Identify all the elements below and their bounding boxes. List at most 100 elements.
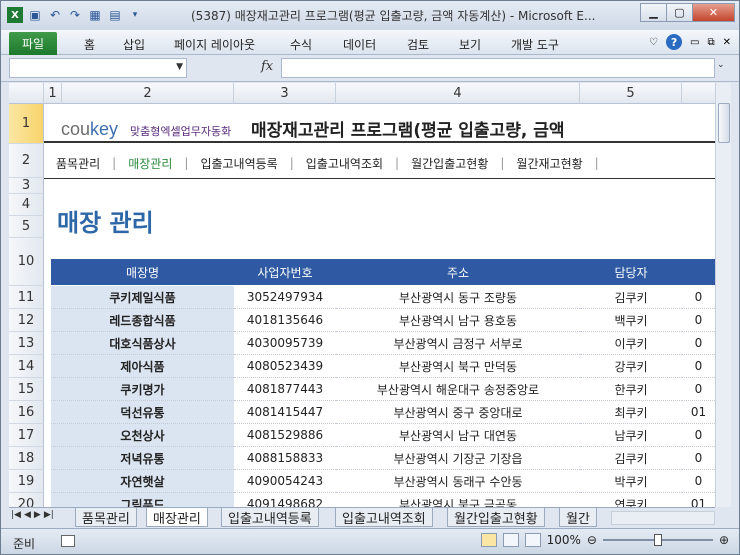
cell-biz-number[interactable]: 4080523439: [234, 355, 336, 378]
vertical-scrollbar[interactable]: [715, 83, 731, 507]
tab-data[interactable]: 데이터: [343, 36, 376, 53]
row-header-2[interactable]: 2: [9, 144, 44, 178]
zoom-out-icon[interactable]: ⊖: [587, 533, 597, 547]
cell-manager[interactable]: 백쿠키: [580, 309, 682, 332]
expand-formula-icon[interactable]: ⌄: [717, 60, 731, 76]
save-icon[interactable]: ▣: [27, 7, 43, 23]
row-header-11[interactable]: 11: [9, 286, 44, 309]
sheet-tab-monthly[interactable]: 월간: [559, 508, 597, 527]
zoom-level[interactable]: 100%: [547, 533, 581, 547]
cell-extra[interactable]: 0: [682, 378, 715, 401]
cell-biz-number[interactable]: 4018135646: [234, 309, 336, 332]
column-header-3[interactable]: 3: [234, 83, 336, 104]
undo-icon[interactable]: ↶: [47, 7, 63, 23]
table-row[interactable]: 쿠키명가 4081877443 부산광역시 해운대구 송정중앙로 한쿠키 0: [51, 378, 715, 401]
row-header-13[interactable]: 13: [9, 332, 44, 355]
tab-developer[interactable]: 개발 도구: [511, 36, 559, 53]
cell-biz-number[interactable]: 4081877443: [234, 378, 336, 401]
cell-store-name[interactable]: 레드종합식품: [51, 309, 234, 332]
cell-address[interactable]: 부산광역시 북구 만덕동: [336, 355, 580, 378]
cell-store-name[interactable]: 대호식품상사: [51, 332, 234, 355]
cell-extra[interactable]: 01: [682, 493, 715, 507]
row-header-15[interactable]: 15: [9, 378, 44, 401]
select-all-corner[interactable]: [9, 83, 44, 104]
next-sheet-icon[interactable]: ▶: [34, 510, 41, 520]
sheet-tab-io-search[interactable]: 입출고내역조회: [335, 508, 433, 527]
cell-biz-number[interactable]: 3052497934: [234, 286, 336, 309]
normal-view-button[interactable]: [480, 533, 497, 547]
cell-manager[interactable]: 최쿠키: [580, 401, 682, 424]
cell-extra[interactable]: 0: [682, 286, 715, 309]
tab-home[interactable]: 홈: [84, 36, 95, 53]
column-header-5[interactable]: 5: [580, 83, 682, 104]
cell-biz-number[interactable]: 4088158833: [234, 447, 336, 470]
cell-store-name[interactable]: 쿠키명가: [51, 378, 234, 401]
nav-item-products[interactable]: 품목관리: [44, 155, 112, 172]
zoom-slider[interactable]: [602, 533, 713, 547]
worksheet-grid[interactable]: 1 2 3 4 5 1 2 3 4 5 10 11 12 13 14 15 16…: [9, 83, 715, 507]
formula-input[interactable]: [281, 58, 715, 78]
nav-item-stores[interactable]: 매장관리: [116, 155, 184, 172]
cell-extra[interactable]: 0: [682, 447, 715, 470]
row-header-4[interactable]: 4: [9, 194, 44, 216]
cell-extra[interactable]: 0: [682, 470, 715, 493]
table-row[interactable]: 레드종합식품 4018135646 부산광역시 남구 용호동 백쿠키 0: [51, 309, 715, 332]
row-header-20[interactable]: 20: [9, 493, 44, 507]
help-icon[interactable]: ?: [666, 34, 683, 50]
row-header-3[interactable]: 3: [9, 178, 44, 194]
table-row[interactable]: 저녁유통 4088158833 부산광역시 기장군 기장읍 김쿠키 0: [51, 447, 715, 470]
cell-store-name[interactable]: 제아식품: [51, 355, 234, 378]
cell-manager[interactable]: 연쿠키: [580, 493, 682, 508]
table-row[interactable]: 쿠키제일식품 3052497934 부산광역시 동구 조량동 김쿠키 0: [51, 286, 715, 309]
prev-sheet-icon[interactable]: ◀: [24, 510, 31, 520]
cell-biz-number[interactable]: 4091498682: [234, 493, 336, 507]
row-header-16[interactable]: 16: [9, 401, 44, 424]
cell-store-name[interactable]: 그림푸드: [51, 493, 234, 507]
table-row[interactable]: 오천상사 4081529886 부산광역시 남구 대연동 남쿠키 0: [51, 424, 715, 447]
cell-address[interactable]: 부산광역시 동구 조량동: [336, 286, 580, 309]
cell-extra[interactable]: 01: [682, 401, 715, 424]
table-row[interactable]: 그림푸드 4091498682 부산광역시 북구 금곡동 연쿠키 01: [51, 493, 715, 507]
nav-item-monthly-io[interactable]: 월간입출고현황: [399, 155, 500, 172]
column-header-1[interactable]: 1: [44, 83, 62, 104]
table-row[interactable]: 덕선유통 4081415447 부산광역시 중구 중앙대로 최쿠키 01: [51, 401, 715, 424]
cell-manager[interactable]: 박쿠키: [580, 470, 682, 493]
row-header-1[interactable]: 1: [9, 104, 44, 144]
tab-file[interactable]: 파일: [9, 32, 57, 55]
ribbon-close-icon[interactable]: ✕: [723, 37, 731, 48]
cell-biz-number[interactable]: 4090054243: [234, 470, 336, 493]
nav-item-io-register[interactable]: 입출고내역등록: [188, 155, 289, 172]
tab-insert[interactable]: 삽입: [123, 36, 145, 53]
cell-address[interactable]: 부산광역시 해운대구 송정중앙로: [336, 378, 580, 401]
excel-app-icon[interactable]: X: [7, 7, 23, 23]
row-header-5[interactable]: 5: [9, 216, 44, 238]
horizontal-scrollbar[interactable]: [611, 511, 715, 525]
row-header-14[interactable]: 14: [9, 355, 44, 378]
cell-extra[interactable]: 0: [682, 332, 715, 355]
table-row[interactable]: 자연햇살 4090054243 부산광역시 동래구 수안동 박쿠키 0: [51, 470, 715, 493]
cell-store-name[interactable]: 쿠키제일식품: [51, 286, 234, 309]
nav-item-monthly-stock[interactable]: 월간재고현황: [504, 155, 594, 172]
customize-qa-icon[interactable]: ▾: [127, 7, 143, 23]
calculator-icon[interactable]: ▦: [87, 7, 103, 23]
sheet-tab-stores[interactable]: 매장관리: [146, 508, 208, 527]
cell-manager[interactable]: 김쿠키: [580, 286, 682, 309]
tab-formulas[interactable]: 수식: [290, 36, 312, 53]
cell-biz-number[interactable]: 4081415447: [234, 401, 336, 424]
zoom-in-icon[interactable]: ⊕: [719, 533, 729, 547]
cell-address[interactable]: 부산광역시 북구 금곡동: [336, 493, 580, 508]
cell-extra[interactable]: 0: [682, 424, 715, 447]
row-header-19[interactable]: 19: [9, 470, 44, 493]
row-header-17[interactable]: 17: [9, 424, 44, 447]
cell-biz-number[interactable]: 4030095739: [234, 332, 336, 355]
column-header-4[interactable]: 4: [336, 83, 580, 104]
table-row[interactable]: 제아식품 4080523439 부산광역시 북구 만덕동 강쿠키 0: [51, 355, 715, 378]
collapse-ribbon-icon[interactable]: ♡: [649, 37, 658, 48]
macro-record-icon[interactable]: [61, 535, 75, 547]
cell-address[interactable]: 부산광역시 중구 중앙대로: [336, 401, 580, 424]
redo-icon[interactable]: ↷: [67, 7, 83, 23]
table-row[interactable]: 대호식품상사 4030095739 부산광역시 금정구 서부로 이쿠키 0: [51, 332, 715, 355]
sheet-tab-io-register[interactable]: 입출고내역등록: [221, 508, 319, 527]
close-button[interactable]: ✕: [692, 3, 735, 22]
tab-page-layout[interactable]: 페이지 레이아웃: [174, 36, 255, 53]
